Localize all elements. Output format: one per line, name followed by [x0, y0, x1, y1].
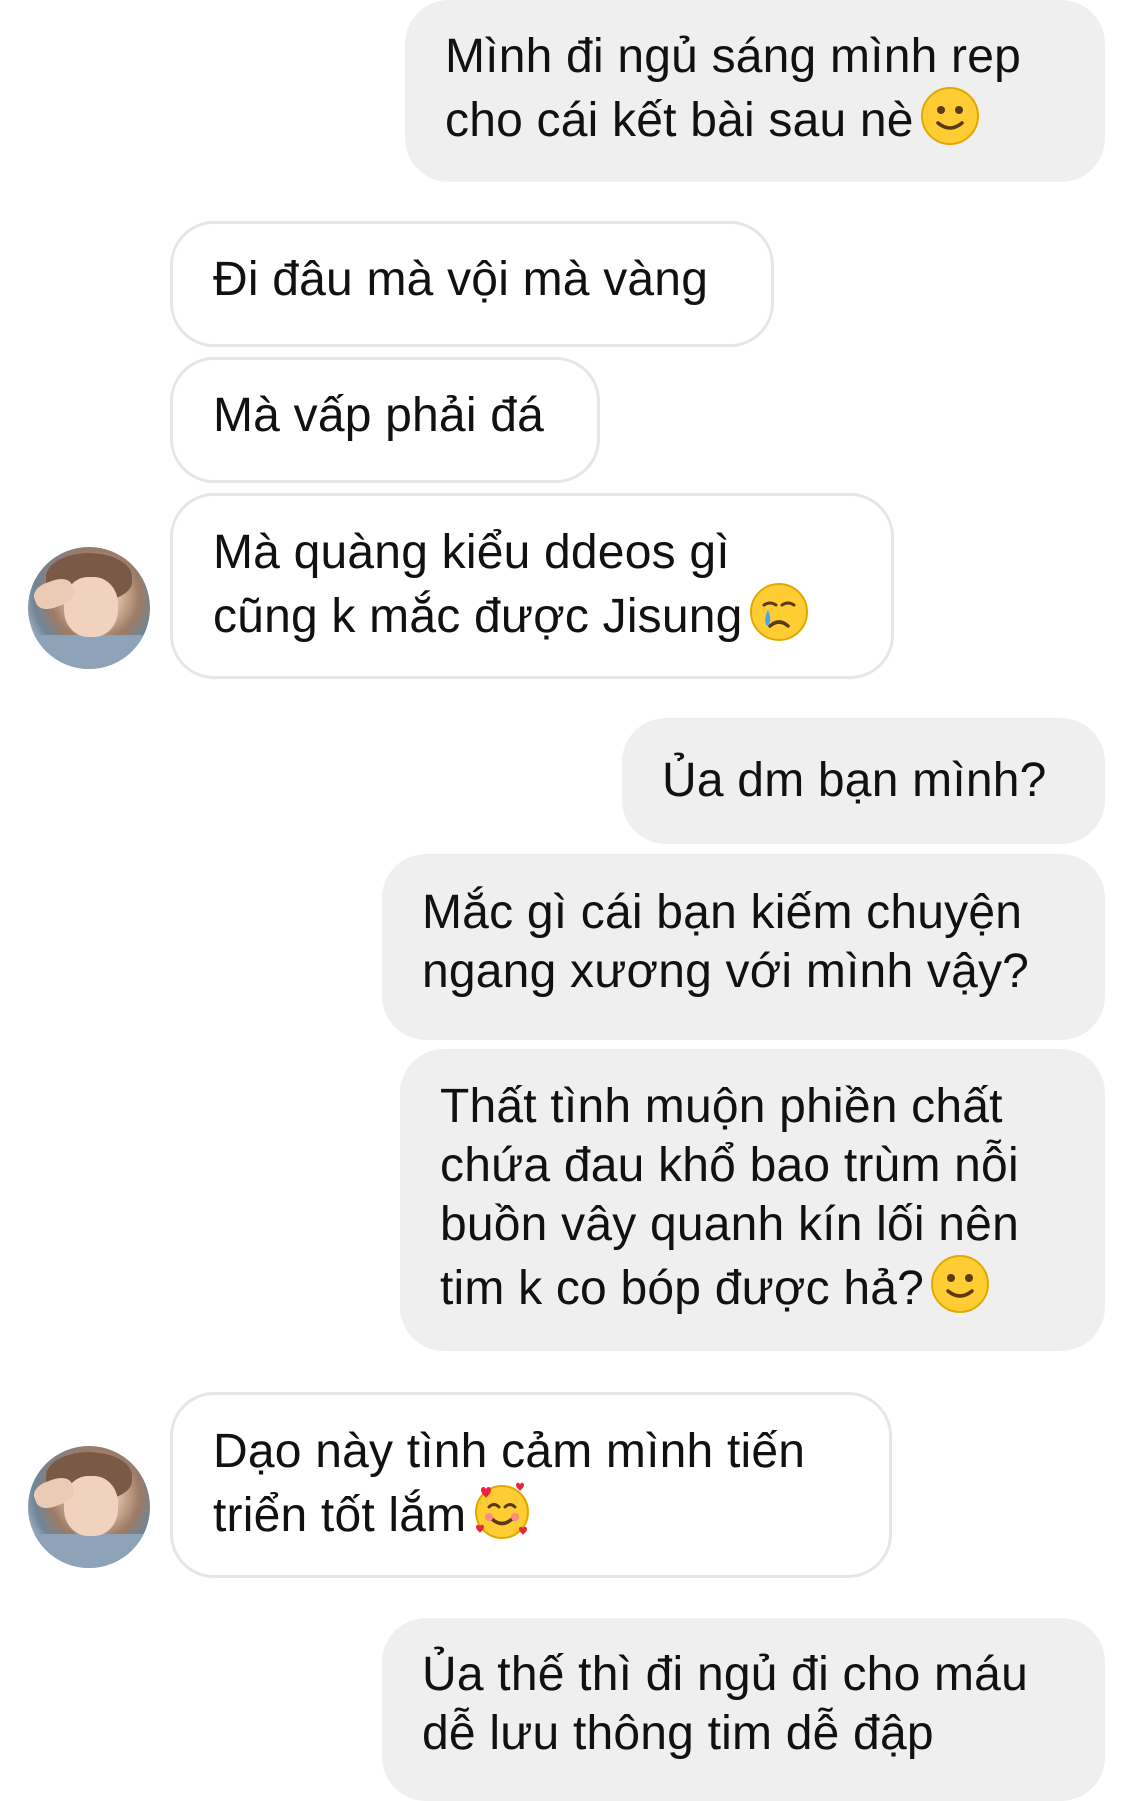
message-text: Ủa dm bạn mình? — [662, 754, 1047, 807]
message-text: triển tốt lắm — [213, 1481, 889, 1545]
message-bubble-received[interactable]: Mà vấp phải đá — [170, 357, 600, 483]
message-text: Mà vấp phải đá — [213, 389, 545, 442]
message-bubble-received[interactable]: Đi đâu mà vội mà vàng — [170, 221, 774, 347]
contact-avatar[interactable] — [28, 1446, 150, 1568]
message-text: Mắc gì cái bạn kiếm chuyện — [422, 886, 1023, 939]
message-text: dễ lưu thông tim dễ đập — [422, 1707, 934, 1760]
message-text: chứa đau khổ bao trùm nỗi — [440, 1139, 1019, 1192]
message-text: cho cái kết bài sau nè — [445, 86, 1105, 150]
smiling-face-with-hearts-icon — [475, 1482, 530, 1539]
message-bubble-sent[interactable]: Ủa thế thì đi ngủ đi cho máu dễ lưu thôn… — [382, 1618, 1105, 1801]
message-bubble-received[interactable]: Mà quàng kiểu ddeos gì cũng k mắc được J… — [170, 493, 894, 679]
message-bubble-received[interactable]: Dạo này tình cảm mình tiến triển tốt lắm — [170, 1392, 892, 1578]
message-text: Đi đâu mà vội mà vàng — [213, 253, 709, 306]
message-bubble-sent[interactable]: Ủa dm bạn mình? — [622, 718, 1105, 844]
message-bubble-sent[interactable]: Mắc gì cái bạn kiếm chuyện ngang xương v… — [382, 854, 1105, 1040]
crying-face-icon — [749, 583, 808, 641]
slightly-smiling-face-icon — [931, 1255, 990, 1313]
message-text: Ủa thế thì đi ngủ đi cho máu — [422, 1648, 1028, 1701]
contact-avatar[interactable] — [28, 547, 150, 669]
message-text: tim k co bóp được hả? — [440, 1254, 1105, 1318]
message-text: Mình đi ngủ sáng mình rep — [445, 30, 1022, 83]
message-text: Mà quàng kiểu ddeos gì — [213, 526, 730, 579]
message-bubble-sent[interactable]: Mình đi ngủ sáng mình rep cho cái kết bà… — [405, 0, 1105, 182]
slightly-smiling-face-icon — [920, 87, 979, 145]
message-text: buồn vây quanh kín lối nên — [440, 1198, 1019, 1251]
message-bubble-sent[interactable]: Thất tình muộn phiền chất chứa đau khổ b… — [400, 1049, 1105, 1351]
message-text: cũng k mắc được Jisung — [213, 582, 891, 646]
message-text: Dạo này tình cảm mình tiến — [213, 1425, 806, 1478]
message-text: Thất tình muộn phiền chất — [440, 1080, 1003, 1133]
message-text: ngang xương với mình vậy? — [422, 945, 1030, 998]
